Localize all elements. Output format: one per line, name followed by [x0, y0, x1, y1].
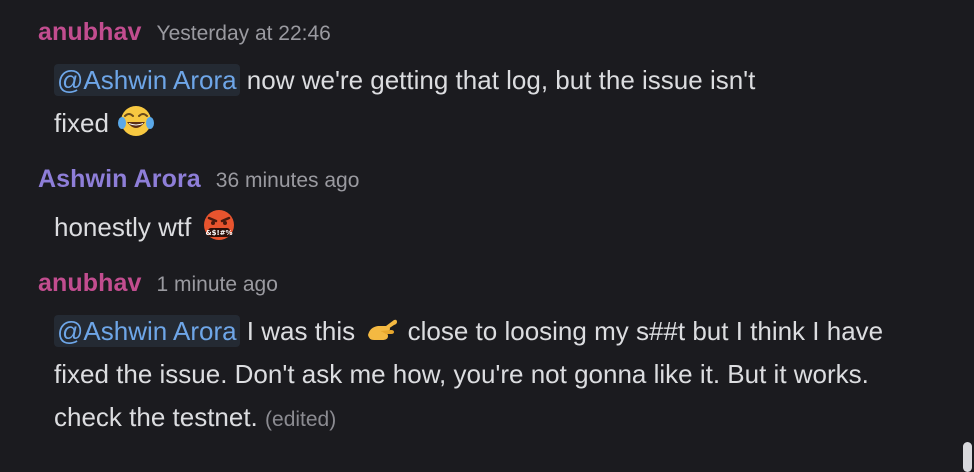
author-name[interactable]: Ashwin Arora: [38, 165, 201, 194]
edited-indicator: (edited): [265, 408, 337, 431]
message-header: anubhav 1 minute ago: [38, 269, 938, 303]
message-text: now we're getting that log, but the issu…: [239, 65, 756, 95]
chat-message: anubhav 1 minute ago @Ashwin Arora I was…: [38, 269, 938, 441]
message-text: fixed: [54, 108, 117, 138]
message-text: I was this: [239, 316, 363, 346]
tears-of-joy-emoji-icon: [118, 106, 155, 136]
svg-text:&$!#%: &$!#%: [205, 229, 232, 237]
message-timestamp[interactable]: 1 minute ago: [157, 273, 278, 297]
chat-thread: anubhav Yesterday at 22:46 @Ashwin Arora…: [0, 0, 974, 472]
message-timestamp[interactable]: 36 minutes ago: [216, 169, 360, 193]
user-mention[interactable]: @Ashwin Arora: [54, 64, 240, 96]
message-body: honestly wtf &$!#%: [54, 206, 934, 249]
message-timestamp[interactable]: Yesterday at 22:46: [157, 22, 331, 46]
author-name[interactable]: anubhav: [38, 18, 142, 47]
chat-message: Ashwin Arora 36 minutes ago honestly wtf…: [38, 165, 938, 249]
scrollbar-thumb[interactable]: [963, 442, 972, 472]
message-body: @Ashwin Arora I was this close to loosin…: [54, 310, 934, 441]
message-body: @Ashwin Arora now we're getting that log…: [54, 59, 934, 145]
angry-symbols-emoji-icon: &$!#%: [203, 210, 234, 240]
author-name[interactable]: anubhav: [38, 269, 142, 298]
message-text: honestly wtf: [54, 212, 199, 242]
message-header: anubhav Yesterday at 22:46: [38, 18, 938, 52]
user-mention[interactable]: @Ashwin Arora: [54, 315, 240, 347]
pinching-hand-emoji-icon: [368, 319, 398, 340]
chat-message: anubhav Yesterday at 22:46 @Ashwin Arora…: [38, 18, 938, 145]
message-header: Ashwin Arora 36 minutes ago: [38, 165, 938, 199]
